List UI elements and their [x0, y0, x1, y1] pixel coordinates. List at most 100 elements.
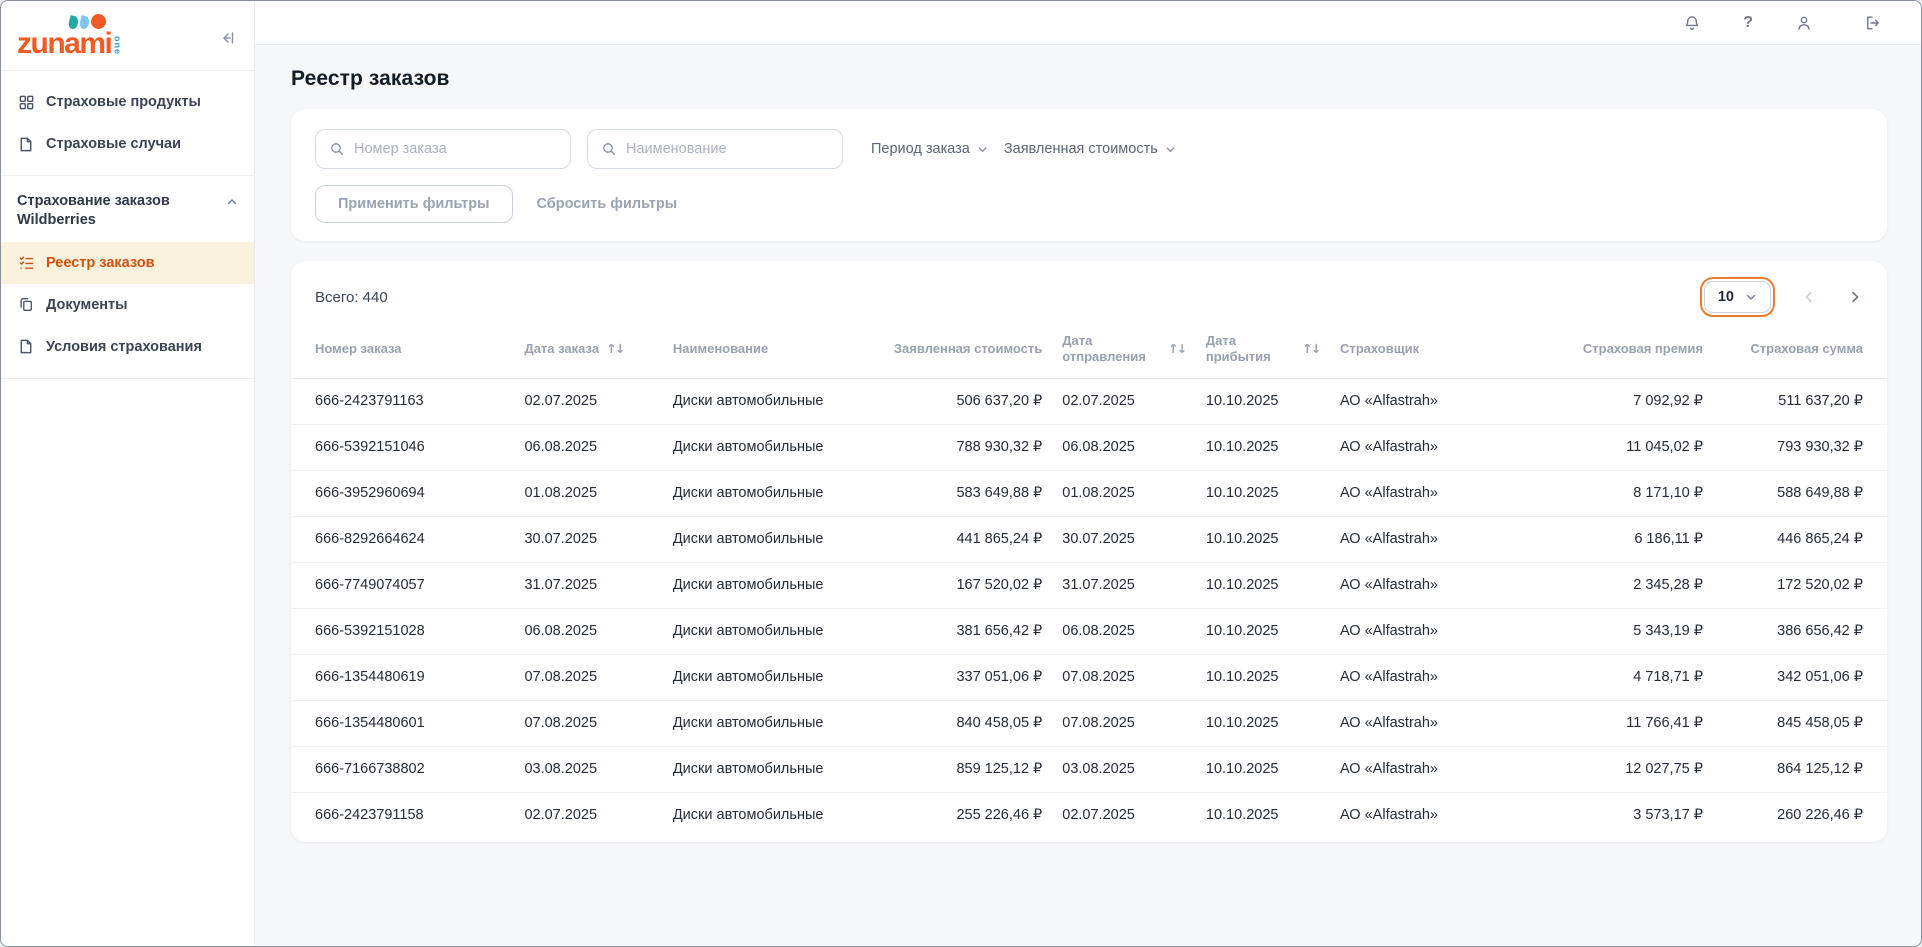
sidebar-item-documents[interactable]: Документы — [1, 284, 254, 326]
table-cell: 583 649,88 ₽ — [883, 470, 1052, 516]
table-cell: 3 573,17 ₽ — [1528, 792, 1713, 838]
list-check-icon — [17, 254, 35, 271]
column-header: Страховщик — [1330, 327, 1528, 378]
sidebar-section-wildberries[interactable]: Страхование заказов Wildberries — [1, 176, 254, 240]
sidebar-item-insurance-cases[interactable]: Страховые случаи — [1, 123, 254, 165]
table-cell: 666-1354480601 — [291, 700, 514, 746]
sort-arrows-icon[interactable]: ↑↓ — [606, 341, 624, 357]
table-cell: 10.10.2025 — [1196, 378, 1330, 424]
total-count: Всего: 440 — [315, 289, 388, 306]
column-header: Номер заказа — [291, 327, 514, 378]
profile-button[interactable] — [1795, 14, 1813, 32]
zunami-logo: zunami one — [17, 14, 122, 57]
previous-page-button[interactable] — [1801, 289, 1817, 305]
table-cell: 255 226,46 ₽ — [883, 792, 1052, 838]
dropdown-label: Период заказа — [871, 141, 970, 157]
chevron-down-icon — [1745, 291, 1757, 303]
table-cell: 7 092,92 ₽ — [1528, 378, 1713, 424]
table-cell: 386 656,42 ₽ — [1713, 608, 1887, 654]
column-header-label: Страховщик — [1340, 341, 1419, 357]
table-cell: Диски автомобильные — [663, 746, 883, 792]
table-cell: 07.08.2025 — [1052, 654, 1196, 700]
sidebar-item-insurance-terms[interactable]: Условия страхования — [1, 326, 254, 368]
table-cell: 10.10.2025 — [1196, 700, 1330, 746]
table-cell: 02.07.2025 — [1052, 792, 1196, 838]
chevron-right-icon — [1847, 289, 1863, 305]
logout-button[interactable] — [1863, 14, 1881, 32]
sidebar-item-insurance-products[interactable]: Страховые продукты — [1, 81, 254, 123]
table-cell: 506 637,20 ₽ — [883, 378, 1052, 424]
column-header[interactable]: Дата прибытия ↑↓ — [1196, 327, 1330, 378]
sort-arrows-icon[interactable]: ↑↓ — [1302, 341, 1320, 357]
table-row[interactable]: 666-829266462430.07.2025Диски автомобиль… — [291, 516, 1887, 562]
notifications-button[interactable] — [1683, 14, 1701, 32]
column-header[interactable]: Дата отправления↑↓ — [1052, 327, 1196, 378]
column-header-label: Наименование — [673, 341, 768, 357]
table-cell: 06.08.2025 — [1052, 424, 1196, 470]
table-row[interactable]: 666-716673880203.08.2025Диски автомобиль… — [291, 746, 1887, 792]
main-content: Реестр заказов — [255, 45, 1921, 946]
column-header-label: Страховая премия — [1583, 341, 1703, 357]
page-size-select[interactable]: 10 — [1704, 281, 1771, 313]
sidebar-collapse-button[interactable] — [218, 29, 236, 47]
table-cell: 666-5392151046 — [291, 424, 514, 470]
table-cell: 337 051,06 ₽ — [883, 654, 1052, 700]
pagination: 10 — [1704, 281, 1863, 313]
table-cell: 01.08.2025 — [1052, 470, 1196, 516]
chevron-up-icon — [226, 196, 238, 208]
user-icon — [1795, 14, 1813, 32]
table-row[interactable]: 666-539215104606.08.2025Диски автомобиль… — [291, 424, 1887, 470]
sidebar-item-order-registry[interactable]: Реестр заказов — [1, 242, 254, 284]
sidebar-item-label: Документы — [46, 297, 128, 313]
table-cell: 260 226,46 ₽ — [1713, 792, 1887, 838]
table-cell: 31.07.2025 — [1052, 562, 1196, 608]
table-cell: АО «Alfastrah» — [1330, 608, 1528, 654]
table-row[interactable]: 666-242379115802.07.2025Диски автомобиль… — [291, 792, 1887, 838]
next-page-button[interactable] — [1847, 289, 1863, 305]
grid-icon — [17, 94, 35, 111]
name-input[interactable] — [626, 141, 829, 157]
column-header: Заявленная стоимость — [883, 327, 1052, 378]
table-cell: 666-1354480619 — [291, 654, 514, 700]
table-cell: Диски автомобильные — [663, 516, 883, 562]
table-cell: 11 766,41 ₽ — [1528, 700, 1713, 746]
file-icon — [17, 338, 35, 355]
declared-value-dropdown[interactable]: Заявленная стоимость — [1004, 141, 1176, 157]
table-cell: 10.10.2025 — [1196, 792, 1330, 838]
apply-filters-button[interactable]: Применить фильтры — [315, 185, 513, 223]
table-row[interactable]: 666-135448061907.08.2025Диски автомобиль… — [291, 654, 1887, 700]
sidebar: zunami one Страховые проду — [1, 1, 255, 946]
table-row[interactable]: 666-135448060107.08.2025Диски автомобиль… — [291, 700, 1887, 746]
table-cell: 446 865,24 ₽ — [1713, 516, 1887, 562]
bell-icon — [1683, 14, 1701, 32]
column-header-label: Дата заказа — [524, 341, 599, 357]
table-cell: 10.10.2025 — [1196, 562, 1330, 608]
table-row[interactable]: 666-395296069401.08.2025Диски автомобиль… — [291, 470, 1887, 516]
table-cell: Диски автомобильные — [663, 700, 883, 746]
column-header: Страховая премия — [1528, 327, 1713, 378]
help-button[interactable]: ? — [1743, 14, 1753, 32]
column-header-label: Дата прибытия — [1206, 333, 1295, 366]
table-row[interactable]: 666-774907405731.07.2025Диски автомобиль… — [291, 562, 1887, 608]
chevron-down-icon — [1165, 144, 1176, 155]
table-row[interactable]: 666-242379116302.07.2025Диски автомобиль… — [291, 378, 1887, 424]
column-header: Страховая сумма — [1713, 327, 1887, 378]
order-number-search — [315, 129, 571, 169]
table-cell: 342 051,06 ₽ — [1713, 654, 1887, 700]
column-header: Наименование — [663, 327, 883, 378]
table-cell: 10.10.2025 — [1196, 654, 1330, 700]
table-cell: 06.08.2025 — [514, 424, 662, 470]
table-cell: 167 520,02 ₽ — [883, 562, 1052, 608]
table-cell: 06.08.2025 — [1052, 608, 1196, 654]
table-cell: АО «Alfastrah» — [1330, 562, 1528, 608]
column-header[interactable]: Дата заказа ↑↓ — [514, 327, 662, 378]
chevron-down-icon — [977, 144, 988, 155]
table-row[interactable]: 666-539215102806.08.2025Диски автомобиль… — [291, 608, 1887, 654]
sidebar-nav-wildberries: Реестр заказов Документы Условия стра — [1, 240, 254, 378]
sidebar-section-title: Страхование заказов Wildberries — [17, 192, 202, 230]
table-cell: АО «Alfastrah» — [1330, 378, 1528, 424]
sort-arrows-icon[interactable]: ↑↓ — [1168, 341, 1186, 357]
reset-filters-button[interactable]: Сбросить фильтры — [527, 196, 688, 212]
order-period-dropdown[interactable]: Период заказа — [871, 141, 988, 157]
order-number-input[interactable] — [354, 141, 557, 157]
